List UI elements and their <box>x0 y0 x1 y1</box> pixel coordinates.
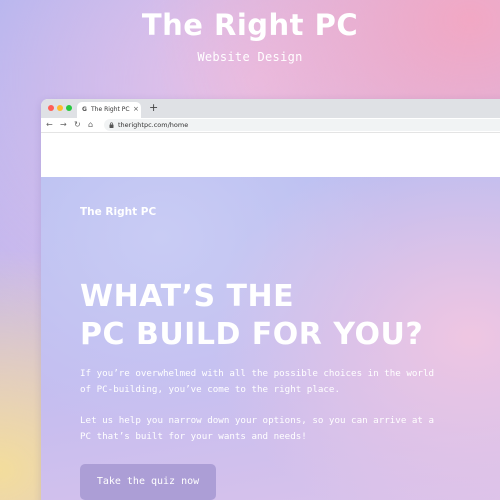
intro-paragraph: If you’re overwhelmed with all the possi… <box>80 368 435 395</box>
favicon-icon: G <box>82 106 87 113</box>
page-top-strip <box>41 134 500 177</box>
site-logo[interactable]: The Right PC <box>80 206 156 218</box>
minimize-window-button[interactable] <box>57 105 63 111</box>
tab-strip: G The Right PC × + <box>41 99 500 118</box>
home-icon[interactable]: ⌂ <box>88 120 93 130</box>
hero-heading-line-2: PC BUILD FOR YOU? <box>80 317 424 352</box>
help-paragraph: Let us help you narrow down your options… <box>80 415 435 442</box>
browser-window: G The Right PC × + ← → ↻ ⌂ therightpc.co… <box>41 99 500 500</box>
tab-title: The Right PC <box>91 106 130 113</box>
hero-section: The Right PC WHAT’S THE PC BUILD FOR YOU… <box>41 177 500 500</box>
address-bar[interactable]: therightpc.com/home <box>104 119 500 131</box>
url-text: therightpc.com/home <box>118 121 189 129</box>
reload-icon[interactable]: ↻ <box>74 120 81 130</box>
lock-icon <box>109 122 114 128</box>
presentation-subtitle: Website Design <box>197 50 303 64</box>
hero-heading-line-1: WHAT’S THE <box>80 279 295 314</box>
maximize-window-button[interactable] <box>66 105 72 111</box>
browser-tab[interactable]: G The Right PC × <box>77 102 141 118</box>
take-quiz-button[interactable]: Take the quiz now <box>80 464 216 500</box>
new-tab-button[interactable]: + <box>149 102 158 114</box>
presentation-title: The Right PC <box>141 8 359 42</box>
tab-close-icon[interactable]: × <box>133 105 139 113</box>
back-arrow-icon[interactable]: ← <box>46 120 53 130</box>
browser-toolbar: ← → ↻ ⌂ therightpc.com/home <box>41 118 500 133</box>
close-window-button[interactable] <box>48 105 54 111</box>
forward-arrow-icon[interactable]: → <box>60 120 67 130</box>
